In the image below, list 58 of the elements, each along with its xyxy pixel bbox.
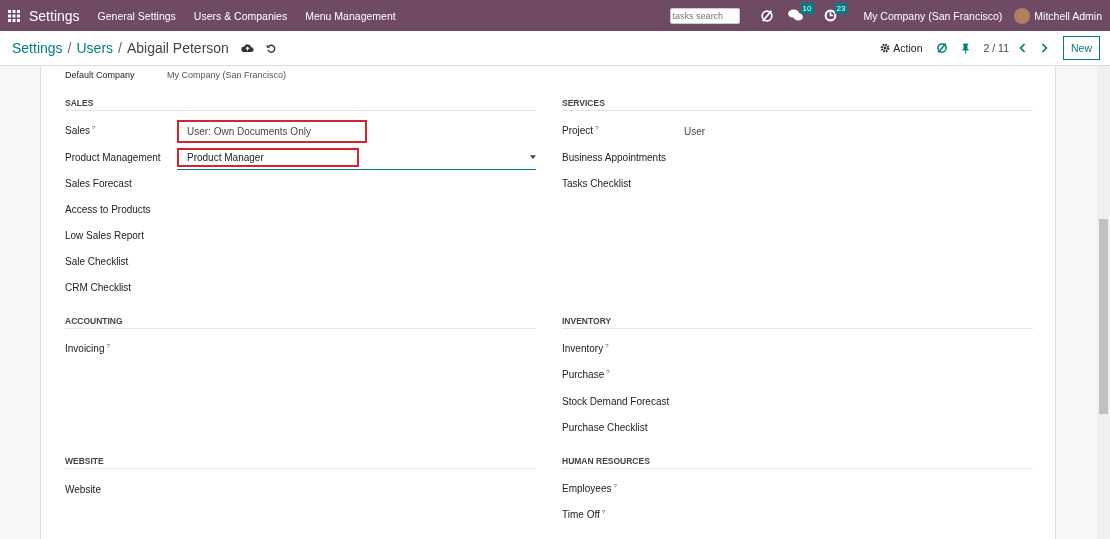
field-value: User — [683, 124, 707, 139]
breadcrumb-link[interactable]: Settings — [12, 40, 63, 56]
action-button[interactable]: Action — [880, 42, 923, 54]
field-value: User: Own Documents Only — [177, 119, 367, 143]
menu-item[interactable]: Menu Management — [305, 9, 396, 22]
undo-icon[interactable] — [265, 42, 277, 54]
clock-icon[interactable] — [823, 9, 837, 22]
field-label: Time Off $^{?}$ — [562, 509, 607, 521]
breadcrumb-link[interactable]: Users — [76, 40, 114, 56]
caret-icon — [530, 155, 536, 159]
app-name[interactable]: Settings — [29, 7, 80, 24]
field-label: Default Company — [65, 70, 136, 80]
field-label: Stock Demand Forecast — [562, 395, 671, 407]
notification-badge: 10 — [800, 3, 814, 14]
field-label: Project $^{?}$ — [562, 125, 600, 137]
ring-icon[interactable] — [936, 42, 949, 54]
select-field[interactable]: Product Manager — [177, 144, 536, 170]
field-label: Employees $^{?}$ — [562, 483, 618, 495]
field-label: Sales $^{?}$ — [65, 125, 97, 137]
section-title: INVENTORY — [562, 316, 1033, 329]
field-label: Business Appointments — [562, 151, 667, 163]
chevron-left-icon[interactable] — [1019, 43, 1027, 53]
chat-icon[interactable] — [787, 9, 803, 22]
field-label: Purchase Checklist — [562, 421, 649, 433]
field-label: Tasks Checklist — [562, 177, 632, 189]
breadcrumb-separator: / — [118, 40, 122, 56]
chevron-right-icon[interactable] — [1040, 43, 1048, 53]
field-label: Website — [65, 483, 102, 495]
apps-grid-icon[interactable] — [8, 9, 20, 22]
field-label: Inventory $^{?}$ — [562, 343, 610, 355]
field-label: Access to Products — [65, 203, 152, 215]
field-label: Sale Checklist — [65, 255, 130, 267]
section-title: SERVICES — [562, 98, 1033, 111]
cloud-upload-icon[interactable] — [240, 43, 254, 53]
notification-badge: 23 — [834, 3, 848, 14]
section-title: WEBSITE — [65, 456, 536, 469]
search-field[interactable]: tasks search — [669, 7, 740, 24]
new-button[interactable]: New — [1063, 36, 1100, 60]
field-label: Purchase $^{?}$ — [562, 369, 611, 381]
gear-icon — [880, 43, 891, 53]
record-title: Abigail Peterson — [126, 40, 229, 56]
company-switcher[interactable]: My Company (San Francisco) — [863, 9, 1003, 22]
section-title: ACCOUNTING — [65, 316, 536, 329]
user-menu[interactable]: Mitchell Admin — [1034, 9, 1102, 22]
scrollbar-thumb[interactable] — [1099, 219, 1108, 414]
field-label: CRM Checklist — [65, 281, 133, 293]
section-title: SALES — [65, 98, 536, 111]
breadcrumb-separator: / — [67, 40, 72, 56]
menu-item[interactable]: General Settings — [97, 9, 176, 22]
field-value: My Company (San Francisco) — [167, 70, 287, 80]
section-title: HUMAN RESOURCES — [562, 456, 1033, 469]
field-label: Invoicing $^{?}$ — [65, 343, 111, 355]
field-label: Sales Forecast — [65, 177, 133, 189]
pager-value: 2 / 11 — [983, 42, 1009, 54]
field-label: Product Management — [65, 151, 162, 163]
menu-item[interactable]: Users & Companies — [193, 9, 288, 22]
field-label: Low Sales Report — [65, 229, 145, 241]
pin-icon[interactable] — [961, 42, 971, 54]
